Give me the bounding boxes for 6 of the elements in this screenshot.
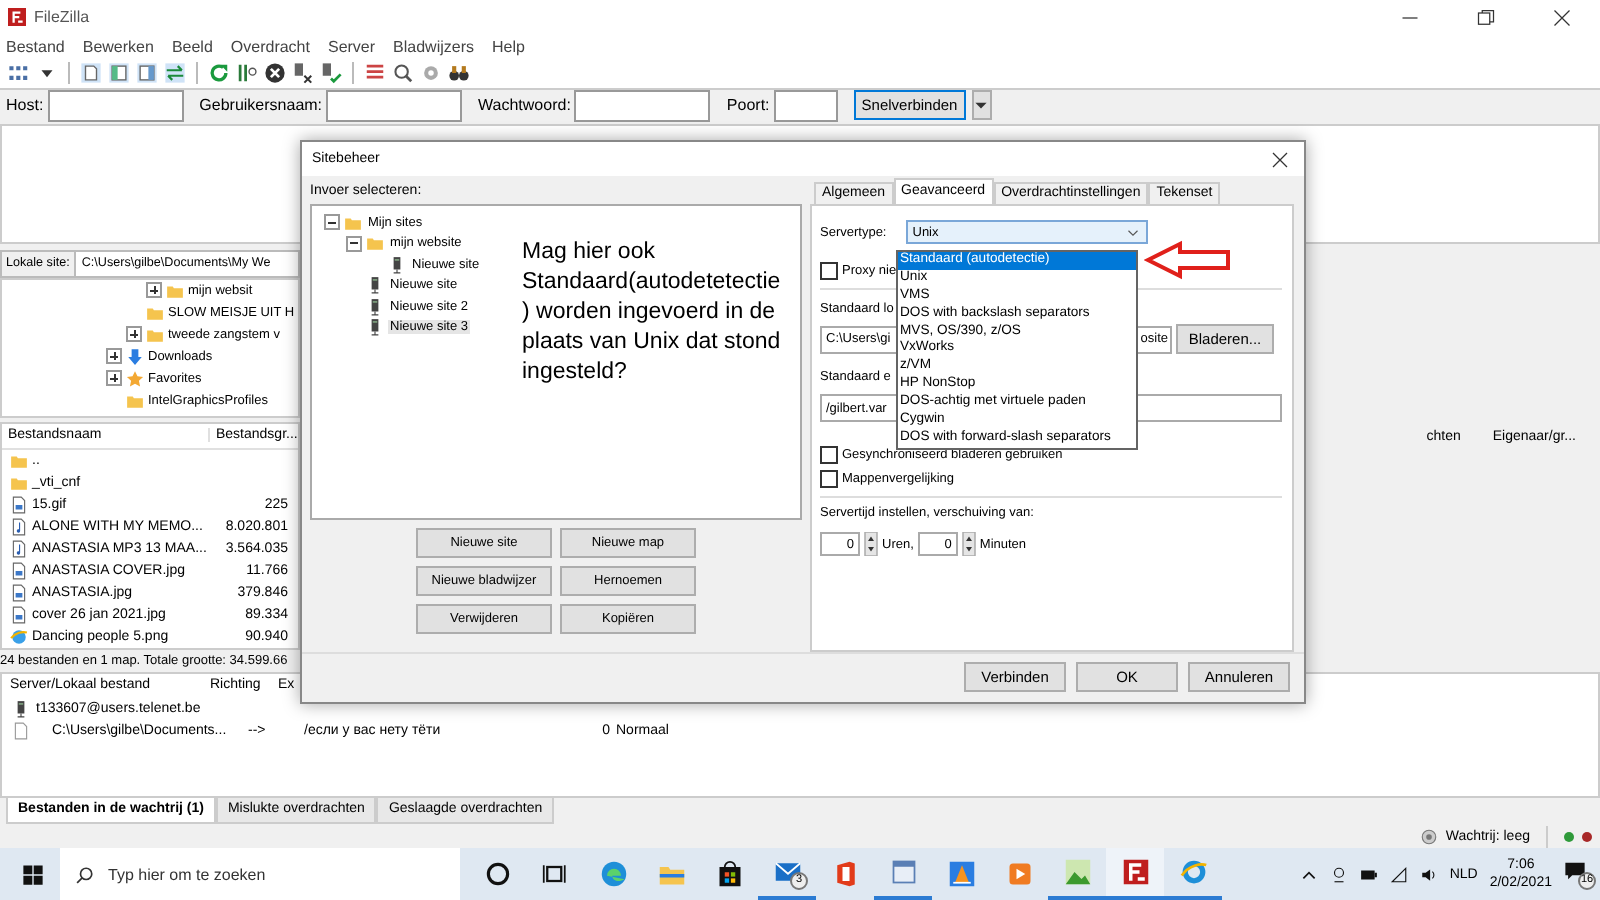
- field-label: Gebruikersnaam:: [199, 96, 323, 115]
- field-label: Wachtwoord:: [478, 96, 571, 115]
- window-title: FileZilla: [34, 8, 90, 27]
- annotation-text: Mag hier ook Standaard(autodetetectie) worden ingevoerd in de plaats van Unix dat stond ingesteld?: [522, 238, 782, 388]
- field-label: Poort:: [726, 96, 770, 115]
- field-label: Host:: [6, 96, 44, 115]
